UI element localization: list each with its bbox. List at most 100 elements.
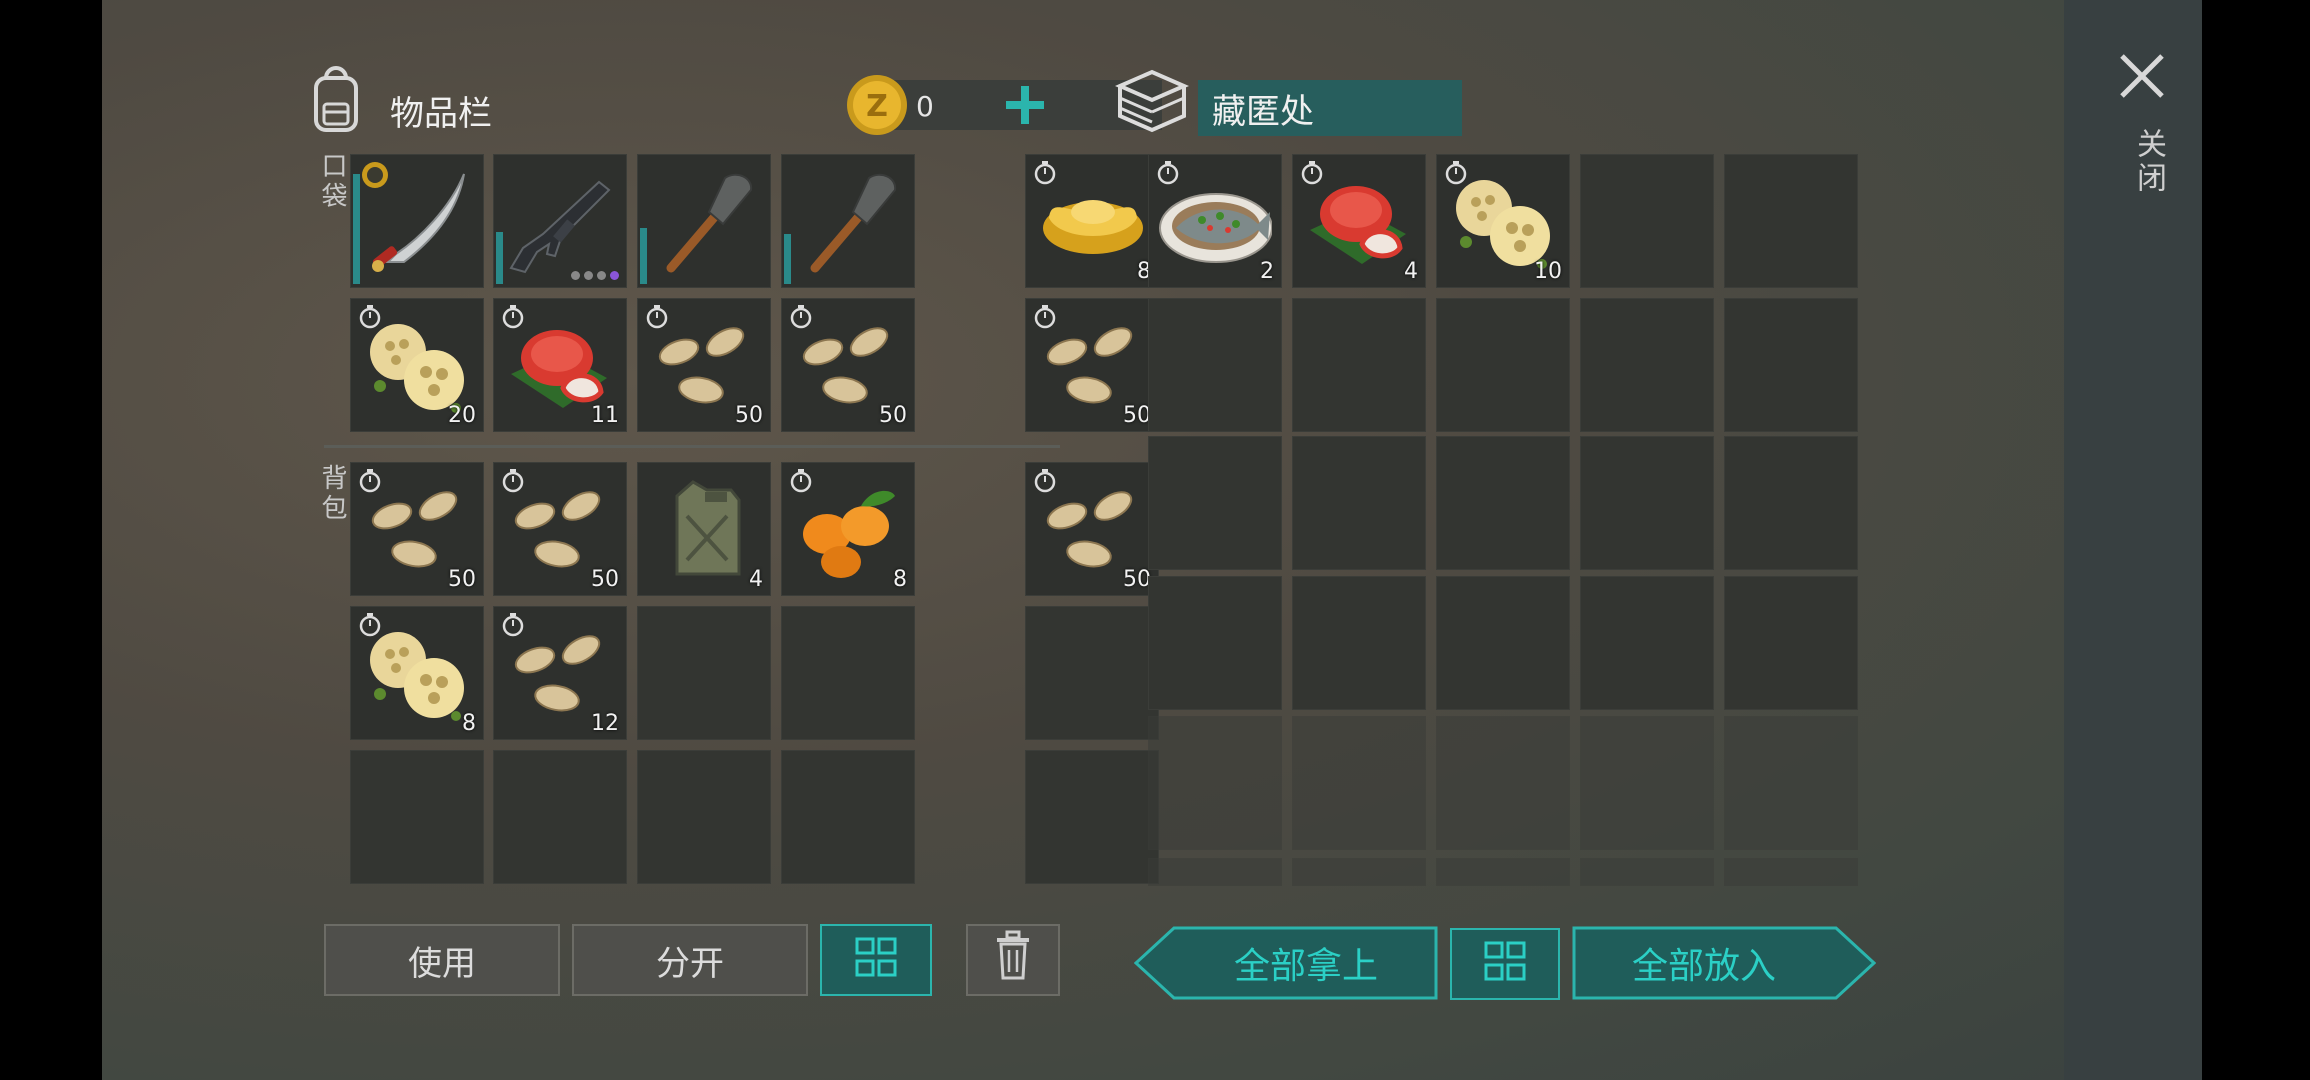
stash-slot[interactable]: 10 <box>1436 154 1570 288</box>
durability-bar <box>496 232 503 284</box>
stash-slot-empty[interactable] <box>1724 436 1858 570</box>
inventory-slot-empty[interactable] <box>1025 750 1159 884</box>
stash-slot-empty[interactable] <box>1292 716 1426 850</box>
machete-icon <box>360 168 474 276</box>
stash-slot-empty[interactable] <box>1436 576 1570 710</box>
item-quantity: 10 <box>1534 259 1562 284</box>
stash-slot-empty[interactable] <box>1580 576 1714 710</box>
inventory-slot-empty[interactable] <box>637 606 771 740</box>
item-quantity: 50 <box>1123 567 1151 592</box>
inventory-slot-empty[interactable] <box>781 750 915 884</box>
stash-slot-empty[interactable] <box>1580 858 1714 886</box>
item-quantity: 4 <box>749 567 763 592</box>
inventory-slot[interactable] <box>493 154 627 288</box>
stash-slot-empty[interactable] <box>1436 436 1570 570</box>
put-all-label: 全部放入 <box>1631 946 1776 987</box>
stash-slot-empty[interactable] <box>1292 858 1426 886</box>
stash-slot-empty[interactable] <box>1148 858 1282 886</box>
inventory-slot[interactable]: 8 <box>1025 154 1159 288</box>
inventory-slot[interactable] <box>637 154 771 288</box>
item-quantity: 11 <box>591 403 619 428</box>
stash-slot-empty[interactable] <box>1724 716 1858 850</box>
stash-slot-empty[interactable] <box>1580 716 1714 850</box>
item-quantity: 20 <box>448 403 476 428</box>
lotus-root-icon <box>360 620 474 728</box>
inventory-slot[interactable] <box>350 154 484 288</box>
stash-title-box[interactable]: 藏匿处 <box>1198 80 1462 136</box>
stash-slot-empty[interactable] <box>1436 716 1570 850</box>
gold-ingot-icon <box>1035 168 1149 276</box>
inventory-slot[interactable]: 20 <box>350 298 484 432</box>
stash-slot-empty[interactable] <box>1148 716 1282 850</box>
stash-slot-empty[interactable] <box>1292 436 1426 570</box>
grid-sort-icon <box>1482 939 1528 989</box>
add-coins-button[interactable] <box>1002 82 1048 128</box>
sort-stash-button[interactable] <box>1450 928 1560 1000</box>
red-bun-icon <box>1302 168 1416 276</box>
stash-slot-empty[interactable] <box>1724 154 1858 288</box>
inventory-slot-empty[interactable] <box>781 606 915 740</box>
take-all-button[interactable]: 全部拿上 <box>1134 926 1438 1000</box>
stash-slot[interactable]: 4 <box>1292 154 1426 288</box>
stash-slot-empty[interactable] <box>1436 858 1570 886</box>
durability-bar <box>353 174 360 284</box>
stash-slot-empty[interactable] <box>1292 298 1426 432</box>
item-quantity: 2 <box>1260 259 1274 284</box>
stash-slot-empty[interactable] <box>1724 298 1858 432</box>
inventory-slot[interactable]: 50 <box>350 462 484 596</box>
item-quantity: 8 <box>462 711 476 736</box>
stash-slot-empty[interactable] <box>1148 576 1282 710</box>
inventory-slot[interactable]: 50 <box>637 298 771 432</box>
stash-slot-empty[interactable] <box>1724 858 1858 886</box>
section-divider <box>324 445 1060 448</box>
stash-slot-empty[interactable] <box>1436 298 1570 432</box>
stash-slot-empty[interactable] <box>1148 298 1282 432</box>
inventory-slot[interactable]: 11 <box>493 298 627 432</box>
rifle-icon <box>503 168 617 276</box>
inventory-slot-empty[interactable] <box>1025 606 1159 740</box>
inventory-slot[interactable] <box>781 154 915 288</box>
stash-slot[interactable]: 2 <box>1148 154 1282 288</box>
stash-slot-empty[interactable] <box>1580 298 1714 432</box>
item-quantity: 50 <box>591 567 619 592</box>
item-quantity: 8 <box>893 567 907 592</box>
split-button[interactable]: 分开 <box>572 924 808 996</box>
close-button[interactable]: 关闭 <box>2108 50 2178 220</box>
inventory-slot[interactable]: 8 <box>350 606 484 740</box>
jerrycan-icon <box>647 476 761 584</box>
inventory-slot[interactable]: 4 <box>637 462 771 596</box>
trash-button[interactable] <box>966 924 1060 996</box>
coin-count: 0 <box>916 90 934 123</box>
inventory-slot[interactable]: 8 <box>781 462 915 596</box>
durability-bar <box>640 228 647 284</box>
inventory-slot[interactable]: 50 <box>1025 462 1159 596</box>
put-all-button[interactable]: 全部放入 <box>1572 926 1876 1000</box>
stash-title: 藏匿处 <box>1212 91 1314 132</box>
fish-dish-icon <box>1158 168 1273 276</box>
rifle-attachment-dots <box>571 271 619 280</box>
inventory-slot[interactable]: 50 <box>781 298 915 432</box>
inventory-slot-empty[interactable] <box>350 750 484 884</box>
shovel-icon <box>647 168 761 276</box>
inventory-slot[interactable]: 50 <box>1025 298 1159 432</box>
use-button[interactable]: 使用 <box>324 924 560 996</box>
pocket-label: 口袋 <box>317 152 347 212</box>
inventory-slot-empty[interactable] <box>637 750 771 884</box>
durability-bar <box>784 234 791 284</box>
inventory-slot-empty[interactable] <box>493 750 627 884</box>
inventory-slot[interactable]: 50 <box>493 462 627 596</box>
grid-sort-icon <box>853 935 899 985</box>
sort-inventory-button[interactable] <box>820 924 932 996</box>
close-icon <box>2116 50 2168 106</box>
stash-slot-empty[interactable] <box>1580 436 1714 570</box>
kumquat-icon <box>791 476 905 584</box>
game-screen: 物品栏 Z 0 口袋 背包 8 20 11 50 50 50 50 50 4 8… <box>102 0 2202 1080</box>
stash-slot-empty[interactable] <box>1148 436 1282 570</box>
coin-icon: Z <box>844 72 910 138</box>
stash-slot-empty[interactable] <box>1292 576 1426 710</box>
stash-slot-empty[interactable] <box>1580 154 1714 288</box>
inventory-slot[interactable]: 12 <box>493 606 627 740</box>
take-all-label: 全部拿上 <box>1233 946 1378 987</box>
stash-box-icon <box>1114 66 1190 136</box>
stash-slot-empty[interactable] <box>1724 576 1858 710</box>
